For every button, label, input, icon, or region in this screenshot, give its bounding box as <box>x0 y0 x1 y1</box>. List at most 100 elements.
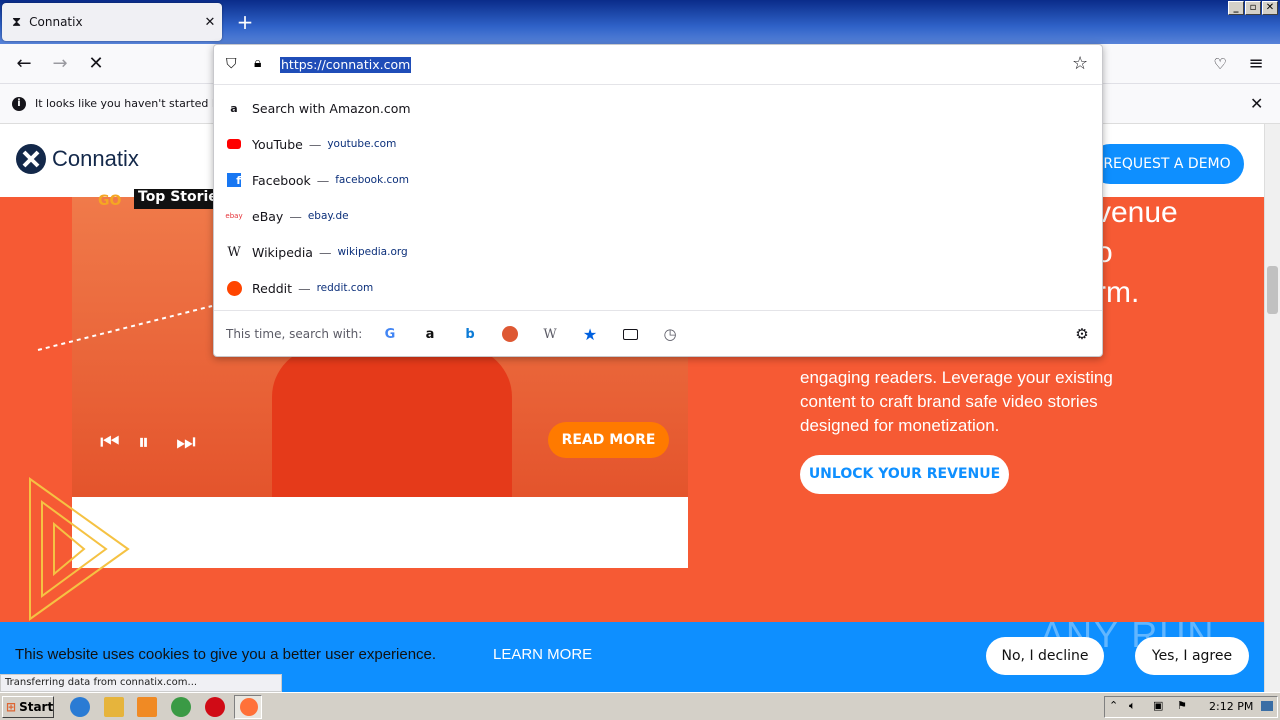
separator-dash: — <box>298 280 311 296</box>
lock-icon[interactable]: 🔒︎ <box>254 55 261 71</box>
network-icon[interactable]: ▣ <box>1153 699 1163 712</box>
suggestion-url: reddit.com <box>316 282 374 294</box>
orange-top-image <box>272 347 512 497</box>
go-label: GO <box>98 193 122 209</box>
show-desktop-icon[interactable] <box>1261 701 1273 711</box>
close-window-button[interactable]: ✕ <box>1262 1 1278 15</box>
tray-arrow-icon[interactable]: ⌃ <box>1109 699 1118 712</box>
urlbar-dropdown: ⛉ 🔒︎ https://connatix.com ☆ a Search wit… <box>213 44 1103 357</box>
one-off-search-bar: This time, search with: G a b W ★ ◷ ⚙ <box>214 310 1102 356</box>
notification-text: It looks like you haven't started Firefo <box>35 97 243 110</box>
wikipedia-icon: W <box>227 244 241 260</box>
hourglass-icon: ⧗ <box>12 14 22 30</box>
tab-connatix[interactable]: ⧗ Connatix ✕ <box>2 3 222 41</box>
tabs-icon[interactable] <box>620 324 640 344</box>
site-logo-text[interactable]: Connatix <box>52 146 139 172</box>
chrome-icon[interactable] <box>171 697 191 717</box>
menu-icon[interactable]: ≡ <box>1243 51 1269 77</box>
volume-icon[interactable]: 🔈︎ <box>1129 699 1136 713</box>
google-icon[interactable]: G <box>380 324 400 344</box>
firefox-icon <box>240 698 258 716</box>
restore-button[interactable]: ▫ <box>1245 1 1261 15</box>
hero-heading-line-1: venue <box>1096 196 1178 229</box>
amazon-icon[interactable]: a <box>420 324 440 344</box>
separator-dash: — <box>316 172 330 188</box>
folder-icon[interactable] <box>104 697 124 717</box>
suggestion-name: Wikipedia <box>252 244 313 260</box>
read-more-button[interactable]: READ MORE <box>548 422 669 458</box>
separator-dash: — <box>318 244 332 260</box>
suggestion-row[interactable]: f Facebook — facebook.com <box>214 162 1102 198</box>
clock: 2:12 PM <box>1209 700 1254 713</box>
status-bar: Transferring data from connatix.com... <box>0 674 282 692</box>
search-with-label: Search with Amazon.com <box>252 100 411 116</box>
minimize-button[interactable]: _ <box>1228 1 1244 15</box>
start-button[interactable]: ⊞ Start <box>2 696 54 718</box>
separator-dash: — <box>308 136 322 152</box>
learn-more-link[interactable]: LEARN MORE <box>493 646 592 663</box>
tab-close-icon[interactable]: ✕ <box>198 15 222 30</box>
notification-close-icon[interactable]: ✕ <box>1250 94 1263 113</box>
back-arrow-icon[interactable]: ← <box>11 51 37 77</box>
flag-icon[interactable]: ⚑ <box>1177 699 1187 712</box>
suggestion-url: wikipedia.org <box>337 246 408 258</box>
search-suggestion-amazon[interactable]: a Search with Amazon.com <box>214 90 1102 126</box>
video-caption-area <box>72 497 688 568</box>
decorative-dashed-line <box>37 305 213 351</box>
bookmark-star-icon[interactable]: ☆ <box>1072 53 1088 74</box>
scrollbar-thumb[interactable] <box>1267 266 1278 314</box>
suggestion-name: eBay <box>252 208 284 224</box>
wikipedia-icon[interactable]: W <box>540 324 560 344</box>
windows-flag-icon: ⊞ <box>6 700 17 714</box>
suggestion-url: ebay.de <box>307 210 349 222</box>
suggestion-row[interactable]: ebay eBay — ebay.de <box>214 198 1102 234</box>
suggestion-row[interactable]: W Wikipedia — wikipedia.org <box>214 234 1102 270</box>
start-label: Start <box>19 700 54 714</box>
request-demo-button[interactable]: REQUEST A DEMO <box>1090 144 1244 184</box>
facebook-icon: f <box>226 172 242 188</box>
suggestion-url: youtube.com <box>327 138 397 150</box>
watermark: ANY RUN <box>1040 614 1216 655</box>
suggestion-url: facebook.com <box>335 174 409 186</box>
unlock-revenue-button[interactable]: UNLOCK YOUR REVENUE <box>800 455 1009 494</box>
new-tab-button[interactable]: + <box>234 8 256 36</box>
bing-icon[interactable]: b <box>460 324 480 344</box>
tab-title: Connatix <box>29 15 83 29</box>
pocket-icon[interactable]: ♡ <box>1207 51 1233 77</box>
youtube-icon <box>226 136 242 152</box>
decorative-triangles <box>29 477 130 621</box>
info-icon: i <box>12 96 26 111</box>
amazon-icon: a <box>230 101 238 115</box>
reddit-icon <box>226 280 242 296</box>
bookmarks-star-icon[interactable]: ★ <box>580 324 600 344</box>
suggestion-name: YouTube <box>252 136 303 152</box>
duckduckgo-icon[interactable] <box>500 324 520 344</box>
connatix-logo-icon <box>16 144 46 174</box>
forward-arrow-icon[interactable]: → <box>47 51 73 77</box>
pause-icon[interactable]: ⏸ <box>138 430 149 455</box>
suggestion-row[interactable]: YouTube — youtube.com <box>214 126 1102 162</box>
stop-loading-icon[interactable]: ✕ <box>83 51 109 77</box>
suggestion-name: Facebook <box>252 172 311 188</box>
suggestion-name: Reddit <box>252 280 293 296</box>
shield-icon[interactable]: ⛉ <box>226 56 237 72</box>
this-time-label: This time, search with: <box>226 327 363 341</box>
system-tray: ⌃ 🔈︎ ▣ ⚑ 2:12 PM <box>1104 696 1278 718</box>
opera-icon[interactable] <box>205 697 225 717</box>
internet-explorer-icon[interactable] <box>70 697 90 717</box>
hero-body-text: engaging readers. Leverage your existing… <box>800 368 1113 435</box>
separator-dash: — <box>289 208 302 224</box>
ebay-icon: ebay <box>225 212 243 220</box>
url-input[interactable]: https://connatix.com <box>280 57 412 73</box>
history-clock-icon[interactable]: ◷ <box>660 324 680 344</box>
skip-forward-icon[interactable]: ⏭ <box>176 430 196 455</box>
suggestion-row[interactable]: Reddit — reddit.com <box>214 270 1102 306</box>
search-settings-gear-icon[interactable]: ⚙ <box>1072 324 1092 344</box>
page-scrollbar[interactable] <box>1264 124 1280 692</box>
firefox-taskbar-button[interactable] <box>234 695 262 719</box>
taskbar: ⊞ Start ⌃ 🔈︎ ▣ ⚑ 2:12 PM <box>0 692 1280 720</box>
media-player-icon[interactable] <box>137 697 157 717</box>
url-input-row[interactable]: ⛉ 🔒︎ https://connatix.com ☆ <box>214 45 1102 85</box>
skip-back-icon[interactable]: ⏮ <box>100 430 120 455</box>
cookie-text: This website uses cookies to give you a … <box>15 646 437 663</box>
